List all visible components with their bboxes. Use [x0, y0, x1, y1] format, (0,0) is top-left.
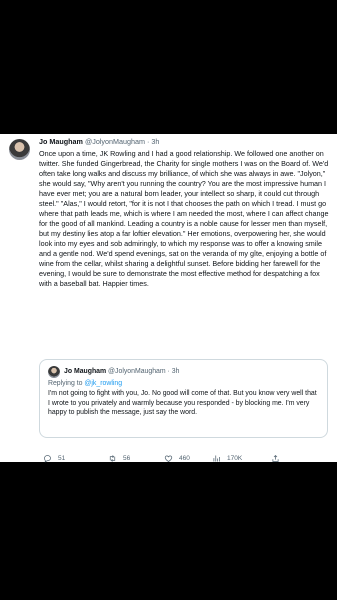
- reply-count: 51: [58, 454, 66, 462]
- reply-button[interactable]: 51: [43, 452, 65, 464]
- like-icon: [164, 454, 173, 462]
- quoted-avatar: [48, 366, 60, 378]
- author-name[interactable]: Jo Maugham: [39, 137, 83, 146]
- reply-icon: [44, 454, 51, 463]
- quoted-author-name: Jo Maugham: [64, 368, 107, 375]
- author-handle[interactable]: @JolyonMaugham: [85, 137, 145, 146]
- avatar[interactable]: [9, 139, 30, 160]
- retweet-icon: [109, 454, 116, 462]
- views-count: 170K: [227, 454, 243, 462]
- quoted-text: I'm not going to fight with you, Jo. No …: [48, 390, 317, 416]
- replying-prefix: Replying to: [48, 380, 83, 387]
- share-icon: [272, 454, 279, 462]
- views-icon: [213, 455, 220, 461]
- quoted-tweet[interactable]: Jo Maugham @JolyonMaugham · 3h Replying …: [39, 359, 328, 438]
- share-button[interactable]: [271, 452, 280, 464]
- like-button[interactable]: 460: [164, 452, 190, 464]
- tweet-header: Jo Maugham @JolyonMaugham · 3h: [39, 137, 159, 146]
- separator: ·: [146, 137, 150, 146]
- quoted-separator: ·: [167, 368, 170, 375]
- tweet-text: Once upon a time, JK Rowling and I had a…: [39, 149, 329, 288]
- quoted-header: Jo Maugham @JolyonMaugham · 3h: [64, 367, 179, 376]
- quoted-author-handle: @JolyonMaugham: [108, 368, 166, 375]
- tweet-time[interactable]: 3h: [151, 137, 159, 146]
- quoted-time: 3h: [171, 368, 180, 375]
- replying-handle[interactable]: @jk_rowling: [84, 380, 122, 387]
- replying-to: Replying to @jk_rowling: [48, 379, 122, 388]
- action-bar: 51 56 460 170K: [39, 452, 329, 464]
- like-count: 460: [179, 454, 190, 462]
- retweet-button[interactable]: 56: [108, 452, 130, 464]
- retweet-count: 56: [123, 454, 131, 462]
- views-button[interactable]: 170K: [212, 452, 242, 464]
